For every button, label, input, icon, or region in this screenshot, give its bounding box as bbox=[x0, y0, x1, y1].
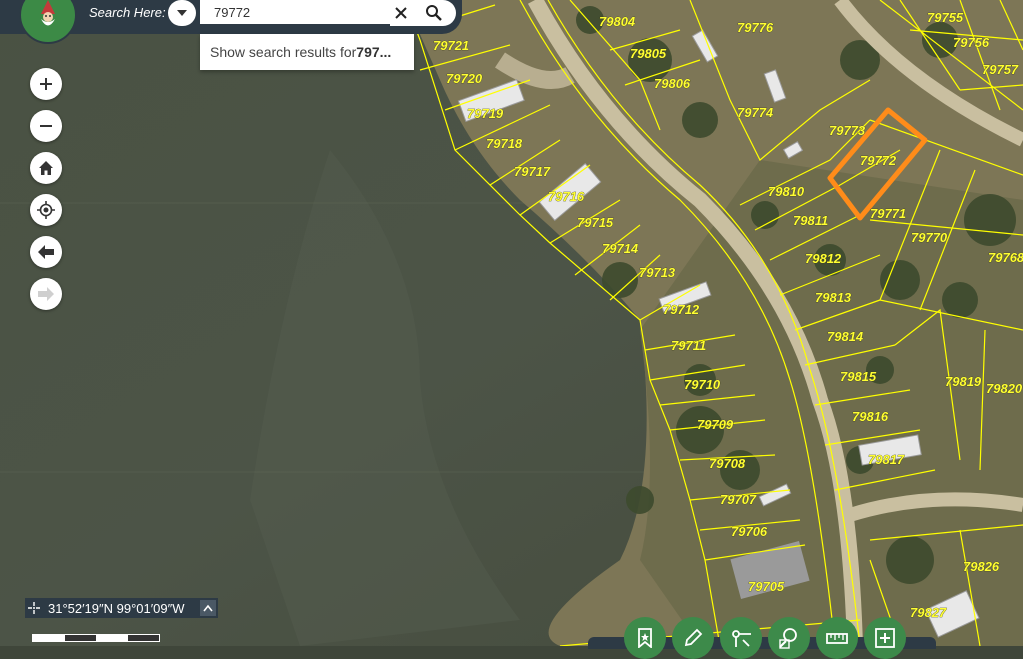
parcel-label-79813: 79813 bbox=[815, 290, 852, 305]
parcel-label-79804: 79804 bbox=[599, 14, 636, 29]
suggestion-prefix: Show search results for bbox=[210, 44, 357, 60]
search-type-dropdown[interactable] bbox=[168, 0, 196, 26]
plus-icon bbox=[40, 78, 52, 90]
home-button[interactable] bbox=[30, 152, 62, 184]
parcel-label-79709: 79709 bbox=[697, 417, 734, 432]
measure-icon bbox=[732, 630, 751, 647]
parcel-label-79812: 79812 bbox=[805, 251, 842, 266]
find-parcel-button[interactable] bbox=[768, 617, 810, 659]
parcel-label-79773: 79773 bbox=[829, 123, 866, 138]
parcel-label-79815: 79815 bbox=[840, 369, 877, 384]
parcel-label-79714: 79714 bbox=[602, 241, 639, 256]
parcel-label-79771: 79771 bbox=[870, 206, 906, 221]
parcel-label-79810: 79810 bbox=[768, 184, 805, 199]
measure-button[interactable] bbox=[720, 617, 762, 659]
parcel-label-79719: 79719 bbox=[467, 106, 504, 121]
next-extent-button[interactable] bbox=[30, 278, 62, 310]
ruler-button[interactable] bbox=[816, 617, 858, 659]
bookmark-icon bbox=[638, 628, 652, 648]
parcel-label-79712: 79712 bbox=[663, 302, 700, 317]
parcel-label-79814: 79814 bbox=[827, 329, 864, 344]
search-suggestion[interactable]: Show search results for 797... bbox=[200, 34, 414, 70]
parcel-label-79717: 79717 bbox=[514, 164, 551, 179]
caret-down-icon bbox=[177, 10, 187, 16]
parcel-label-79770: 79770 bbox=[911, 230, 948, 245]
zoom-in-button[interactable] bbox=[30, 68, 62, 100]
parcel-label-79716: 79716 bbox=[548, 189, 585, 204]
map-view[interactable]: 79721 79720 79719 79718 79717 79716 79715 79714… bbox=[0, 0, 1023, 646]
add-layer-button[interactable] bbox=[864, 617, 906, 659]
parcel-label-79718: 79718 bbox=[486, 136, 523, 151]
search-icon bbox=[426, 5, 442, 21]
parcel-label-79720: 79720 bbox=[446, 71, 483, 86]
draw-button[interactable] bbox=[672, 617, 714, 659]
coordinate-mode-button[interactable] bbox=[25, 598, 43, 618]
parcel-label-79756: 79756 bbox=[953, 35, 990, 50]
zoom-out-button[interactable] bbox=[30, 110, 62, 142]
scale-bar bbox=[32, 634, 160, 642]
search-label: Search Here: bbox=[89, 5, 166, 20]
parcel-label-79705: 79705 bbox=[748, 579, 785, 594]
ruler-icon bbox=[826, 633, 848, 644]
parcel-label-79816: 79816 bbox=[852, 409, 889, 424]
bookmark-button[interactable] bbox=[624, 617, 666, 659]
home-icon bbox=[39, 161, 53, 175]
parcel-label-79713: 79713 bbox=[639, 265, 676, 280]
parcel-label-79721: 79721 bbox=[433, 38, 469, 53]
locate-icon bbox=[37, 201, 55, 219]
parcel-label-79820: 79820 bbox=[986, 381, 1023, 396]
parcel-label-79827: 79827 bbox=[910, 605, 947, 620]
locate-button[interactable] bbox=[30, 194, 62, 226]
parcel-label-79707: 79707 bbox=[720, 492, 757, 507]
coordinate-bar: 31°52′19″N 99°01′09″W bbox=[25, 598, 218, 618]
parcel-label-79708: 79708 bbox=[709, 456, 746, 471]
chevron-up-icon bbox=[203, 604, 213, 612]
parcel-label-79819: 79819 bbox=[945, 374, 982, 389]
close-icon bbox=[395, 7, 407, 19]
clear-search-button[interactable] bbox=[390, 0, 412, 26]
parcel-label-79715: 79715 bbox=[577, 215, 614, 230]
parcel-label-79805: 79805 bbox=[630, 46, 667, 61]
minus-icon bbox=[40, 125, 52, 127]
parcel-label-79710: 79710 bbox=[684, 377, 721, 392]
parcel-label-79755: 79755 bbox=[927, 10, 964, 25]
parcel-label-79811: 79811 bbox=[793, 213, 828, 228]
parcel-label-79806: 79806 bbox=[654, 76, 691, 91]
parcel-label-79757: 79757 bbox=[982, 62, 1019, 77]
pencil-icon bbox=[684, 628, 703, 647]
search-input[interactable] bbox=[200, 0, 390, 24]
parcel-label-79774: 79774 bbox=[737, 105, 774, 120]
parcel-label-79706: 79706 bbox=[731, 524, 768, 539]
parcel-label-79711: 79711 bbox=[671, 338, 706, 353]
parcel-label-79776: 79776 bbox=[737, 20, 774, 35]
crosshair-icon bbox=[28, 602, 40, 614]
parcel-label-79772: 79772 bbox=[860, 153, 897, 168]
arrow-left-icon bbox=[38, 245, 54, 259]
search-button[interactable] bbox=[412, 0, 456, 26]
parcel-label-79817: 79817 bbox=[868, 452, 905, 467]
arrow-right-icon bbox=[38, 287, 54, 301]
parcel-label-79768: 79768 bbox=[988, 250, 1023, 265]
suggestion-query: 797... bbox=[356, 44, 392, 60]
previous-extent-button[interactable] bbox=[30, 236, 62, 268]
coordinate-toggle-button[interactable] bbox=[200, 600, 216, 616]
parcel-label-79826: 79826 bbox=[963, 559, 1000, 574]
search-bar: Search Here: bbox=[0, 0, 462, 44]
coordinate-readout: 31°52′19″N 99°01′09″W bbox=[48, 600, 185, 616]
